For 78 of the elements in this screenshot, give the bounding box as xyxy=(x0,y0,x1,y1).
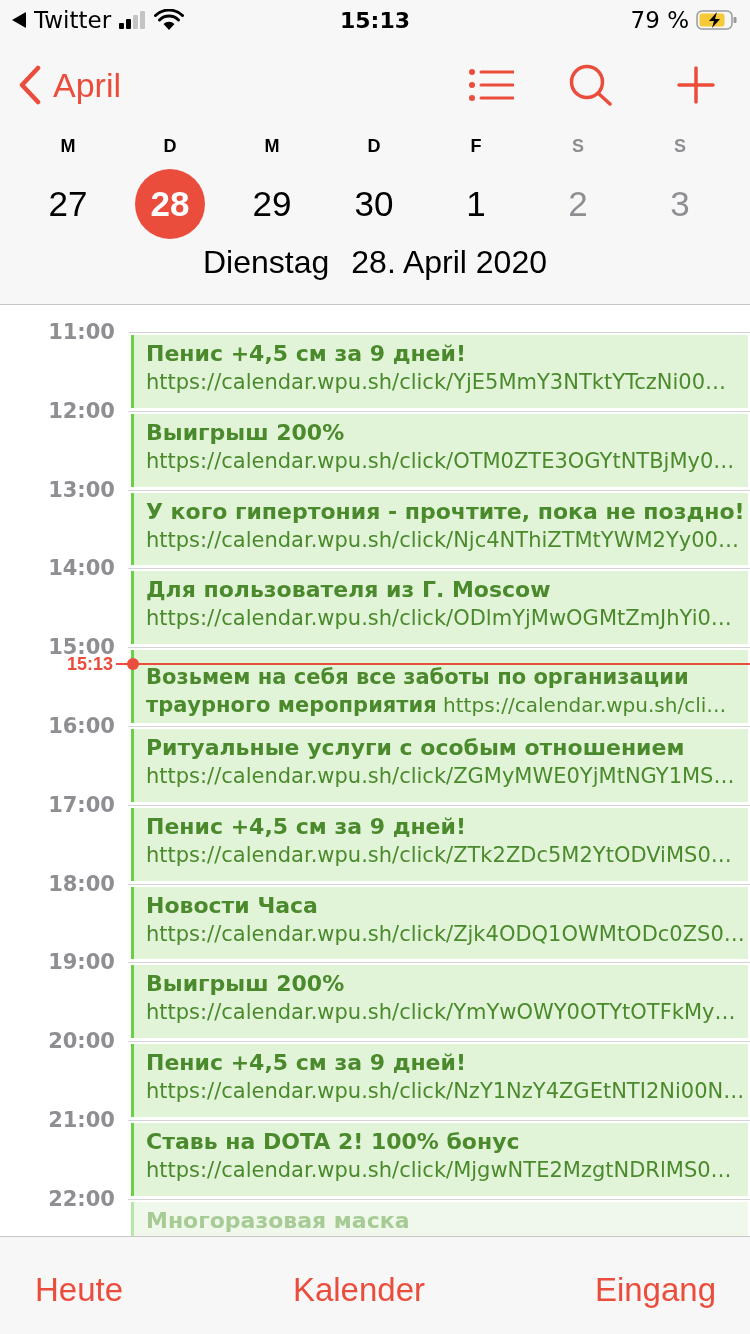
event-title: Для пользователя из Г. Moscow xyxy=(146,576,552,605)
event-card[interactable]: Для пользователя из Г. Moscow https://calendar.wpu.sh/click/ODlmYjMwOGMtZmJhYi0… xyxy=(131,571,748,645)
battery-charging-icon xyxy=(696,10,738,30)
weekday-letter: M xyxy=(60,135,76,158)
day-number[interactable]: 30 xyxy=(339,169,409,239)
weekday-letter: S xyxy=(674,135,686,158)
full-date: 28. April 2020 xyxy=(351,244,547,280)
event-card[interactable]: Возьмем на себя все заботы по организации траурного мероприятия https://calendar.wpu.sh/cli… xyxy=(131,650,748,723)
event-card[interactable]: Пенис +4,5 см за 9 дней! https://calendar.wpu.sh/click/YjE5MmY3NTktYTczNi00… xyxy=(131,335,748,408)
day-number[interactable]: 2 xyxy=(543,169,613,239)
day-number[interactable]: 29 xyxy=(237,169,307,239)
event-url: https://calendar.wpu.sh/click/YjE5MmY3NTktYTczNi00… xyxy=(146,369,728,396)
weekday-letter: D xyxy=(367,135,381,158)
hour-label: 16:00 xyxy=(48,714,115,738)
event-card[interactable]: У кого гипертония - прочтите, пока не поздно! https://calendar.wpu.sh/click/Njc4NThiZTMtYWM2Yy00… xyxy=(131,492,748,566)
event-text: Возьмем на себя все заботы по организации траурного мероприятия https://calendar.wpu.sh/cli… xyxy=(146,664,728,720)
list-view-button[interactable] xyxy=(469,69,514,101)
day-number[interactable]: 1 xyxy=(441,169,511,239)
hour-label: 19:00 xyxy=(48,950,115,975)
event-title: Новости Часа xyxy=(146,891,319,920)
hour-label: 20:00 xyxy=(48,1029,115,1054)
event-url: https://calendar.wpu.sh/click/ODlmYjMwOGMtZmJhYi0… xyxy=(146,605,733,633)
back-button[interactable]: April xyxy=(18,64,122,106)
hour-label: 18:00 xyxy=(48,871,115,896)
event-card[interactable]: Пенис +4,5 см за 9 дней! https://calendar.wpu.sh/click/ZTk2ZDc5M2YtODViMS0… xyxy=(131,807,748,881)
weekday-letter: M xyxy=(264,135,280,158)
event-url: https://calendar.wpu.sh/click/Njc4NThiZTMtYWM2Yy00… xyxy=(146,526,740,554)
day-number[interactable]: 28 xyxy=(135,169,205,239)
event-title: Ставь на DOTA 2! 100% бонус xyxy=(146,1127,521,1156)
event-card[interactable]: Пенис +4,5 см за 9 дней! https://calendar.wpu.sh/click/NzY1NzY4ZGEtNTI2Ni00N… xyxy=(131,1044,748,1117)
event-card[interactable]: Ритуальные услуги с особым отношением https://calendar.wpu.sh/click/ZGMyMWE0YjMtNGY1MS… xyxy=(131,729,748,802)
event-title: Выигрыш 200% xyxy=(146,970,346,999)
hour-label: 22:00 xyxy=(48,1186,115,1211)
hour-label: 11:00 xyxy=(48,320,115,344)
event-title: Выигрыш 200% xyxy=(146,418,346,447)
search-icon xyxy=(569,64,613,106)
tab-button[interactable]: Eingang xyxy=(594,1271,716,1309)
day-number[interactable]: 27 xyxy=(33,169,103,239)
battery-percent: 79 % xyxy=(630,7,689,33)
hour-label: 21:00 xyxy=(48,1107,115,1132)
event-url: https://calendar.wpu.sh/click/ZGMyMWE0YjMtNGY1MS… xyxy=(146,763,736,790)
event-url: https://calendar.wpu.sh/click/ZTk2ZDc5M2YtODViMS0… xyxy=(146,841,733,869)
event-title: Пенис +4,5 см за 9 дней! xyxy=(146,1049,467,1078)
hour-label: 17:00 xyxy=(48,792,115,817)
signal-icon xyxy=(119,11,147,29)
add-button[interactable] xyxy=(677,66,715,104)
tab-button[interactable]: Heute xyxy=(35,1271,124,1309)
chevron-left-icon xyxy=(18,65,42,105)
plus-icon xyxy=(677,66,715,104)
weekday-letter: F xyxy=(470,135,482,158)
tab-button[interactable]: Kalender xyxy=(292,1271,426,1309)
event-title: Ритуальные услуги с особым отношением xyxy=(146,734,686,762)
event-title: Пенис +4,5 см за 9 дней! xyxy=(146,812,467,841)
list-icon xyxy=(469,69,514,101)
search-button[interactable] xyxy=(569,64,613,106)
weekday-letter: D xyxy=(163,135,177,158)
hour-label: 14:00 xyxy=(48,556,115,581)
event-url: https://calendar.wpu.sh/click/YmYwOWY0OTYtOTFkMy… xyxy=(146,999,737,1027)
hour-label: 13:00 xyxy=(48,477,115,502)
event-title: Пенис +4,5 см за 9 дней! xyxy=(146,340,467,368)
weekday-letter: S xyxy=(572,135,584,158)
event-card[interactable]: Ставь на DOTA 2! 100% бонус https://calendar.wpu.sh/click/MjgwNTE2MzgtNDRlMS0… xyxy=(131,1122,748,1196)
back-app-label[interactable]: Twitter xyxy=(34,7,112,33)
event-title: У кого гипертония - прочтите, пока не поздно! xyxy=(146,497,744,526)
event-card[interactable]: Выигрыш 200% https://calendar.wpu.sh/click/OTM0ZTE3OGYtNTBjMy0… xyxy=(131,413,748,487)
weekday-name: Dienstag xyxy=(203,244,330,280)
wifi-icon xyxy=(154,9,185,31)
event-card[interactable]: Выигрыш 200% https://calendar.wpu.sh/click/YmYwOWY0OTYtOTFkMy… xyxy=(131,965,748,1039)
event-title: Многоразовая маска xyxy=(146,1206,411,1235)
status-time: 15:13 xyxy=(340,7,410,33)
event-url: https://calendar.wpu.sh/click/OTM0ZTE3OGYtNTBjMy0… xyxy=(146,447,736,475)
hour-label: 12:00 xyxy=(48,398,115,423)
event-url: https://calendar.wpu.sh/click/MjgwNTE2MzgtNDRlMS0… xyxy=(146,1156,733,1184)
event-card[interactable]: Новости Часа https://calendar.wpu.sh/click/Zjk4ODQ1OWMtODc0ZS0… xyxy=(131,886,748,960)
day-number[interactable]: 3 xyxy=(645,169,715,239)
back-triangle-icon xyxy=(12,12,26,28)
event-url: https://calendar.wpu.sh/click/Zjk4ODQ1OWMtODc0ZS0… xyxy=(146,920,744,948)
event-url: https://calendar.wpu.sh/click/NzY1NzY4ZGEtNTI2Ni00N… xyxy=(146,1078,744,1106)
